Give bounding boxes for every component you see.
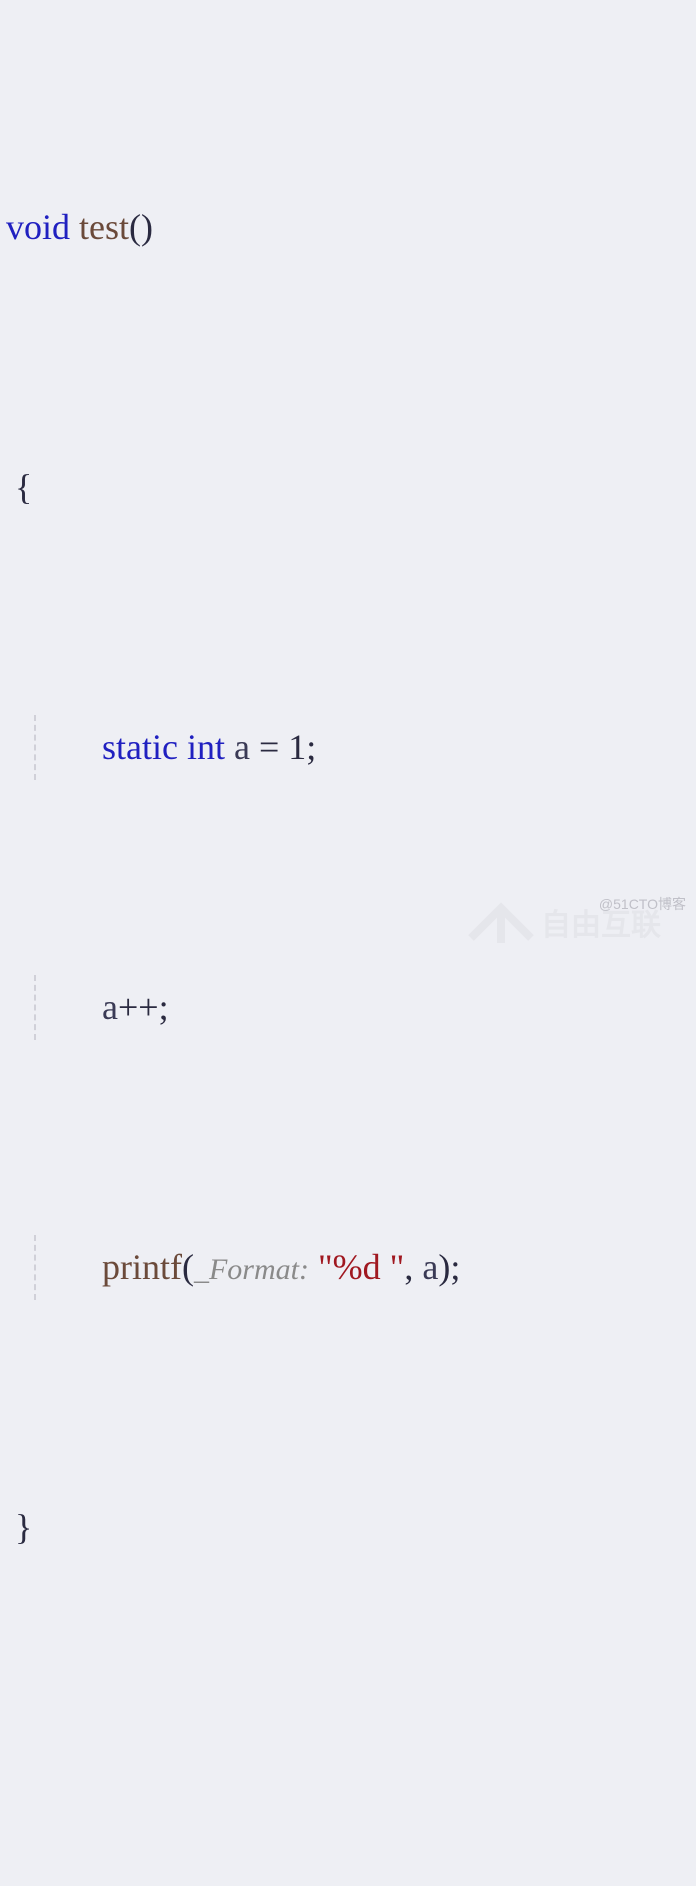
lparen: ( [182,1247,194,1287]
semicolon: ; [306,727,316,767]
comma: , [404,1247,413,1287]
identifier: a [234,727,250,767]
string-literal: "%d " [318,1247,404,1287]
code-line: static int a = 1; [6,715,696,780]
param-hint: _Format: [194,1253,309,1286]
keyword-int: int [187,727,225,767]
keyword-static: static [102,727,178,767]
code-line: a++; [6,975,696,1040]
blank-line [6,1755,696,1820]
code-line: { [6,455,696,520]
identifier: a [102,987,118,1027]
open-brace: { [15,467,32,507]
identifier: a [422,1247,438,1287]
operator: = [259,727,279,767]
semicolon: ; [159,987,169,1027]
semicolon: ; [450,1247,460,1287]
parens: () [129,207,153,247]
code-line: printf(_Format: "%d ", a); [6,1235,696,1300]
number-literal: 1 [288,727,306,767]
rparen: ) [438,1247,450,1287]
function-name: printf [102,1247,182,1287]
close-brace: } [15,1507,32,1547]
function-name: test [79,207,129,247]
operator: ++ [118,987,159,1027]
code-line: void test() [6,195,696,260]
watermark-text: @51CTO博客 [599,872,686,937]
keyword-void: void [6,207,70,247]
code-line: } [6,1495,696,1560]
